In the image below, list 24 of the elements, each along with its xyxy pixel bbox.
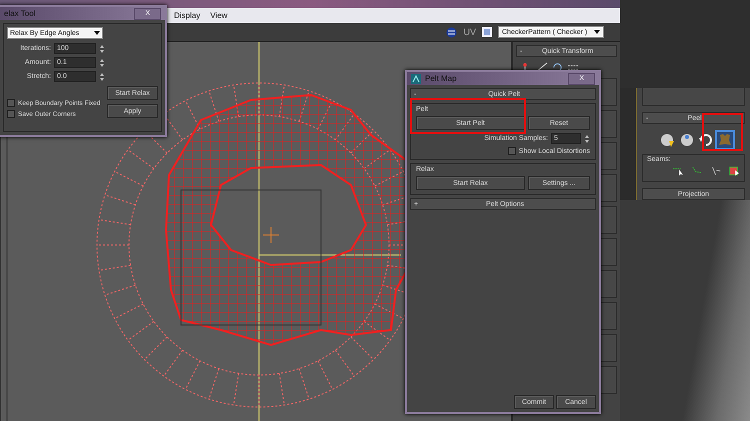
sphere-icon[interactable] bbox=[679, 132, 695, 148]
caret-icon bbox=[94, 31, 100, 35]
caret-icon bbox=[594, 30, 600, 34]
app-icon bbox=[411, 74, 421, 84]
line-icon[interactable] bbox=[710, 165, 722, 177]
crosshair-icon bbox=[262, 226, 280, 244]
spinner-icon[interactable] bbox=[99, 72, 105, 82]
uv-label[interactable]: UV bbox=[463, 27, 476, 38]
menu-item[interactable]: View bbox=[210, 11, 228, 20]
spinner-icon[interactable] bbox=[99, 44, 105, 54]
sphere-icon[interactable] bbox=[660, 132, 676, 148]
window-title: elax Tool bbox=[4, 9, 36, 18]
globe-icon[interactable] bbox=[446, 26, 458, 38]
menu-item[interactable]: Display bbox=[174, 11, 200, 20]
grid-pointer-icon[interactable] bbox=[729, 165, 740, 177]
list-icon[interactable] bbox=[482, 27, 492, 38]
checkbox[interactable] bbox=[508, 147, 516, 155]
spinner-icon[interactable] bbox=[99, 58, 105, 68]
window-title: Pelt Map bbox=[425, 74, 458, 83]
spinner-icon[interactable] bbox=[584, 134, 590, 144]
undo-icon[interactable] bbox=[698, 132, 714, 148]
checkbox[interactable] bbox=[7, 99, 15, 107]
highlight-box bbox=[702, 113, 743, 151]
checkbox[interactable] bbox=[7, 110, 15, 118]
